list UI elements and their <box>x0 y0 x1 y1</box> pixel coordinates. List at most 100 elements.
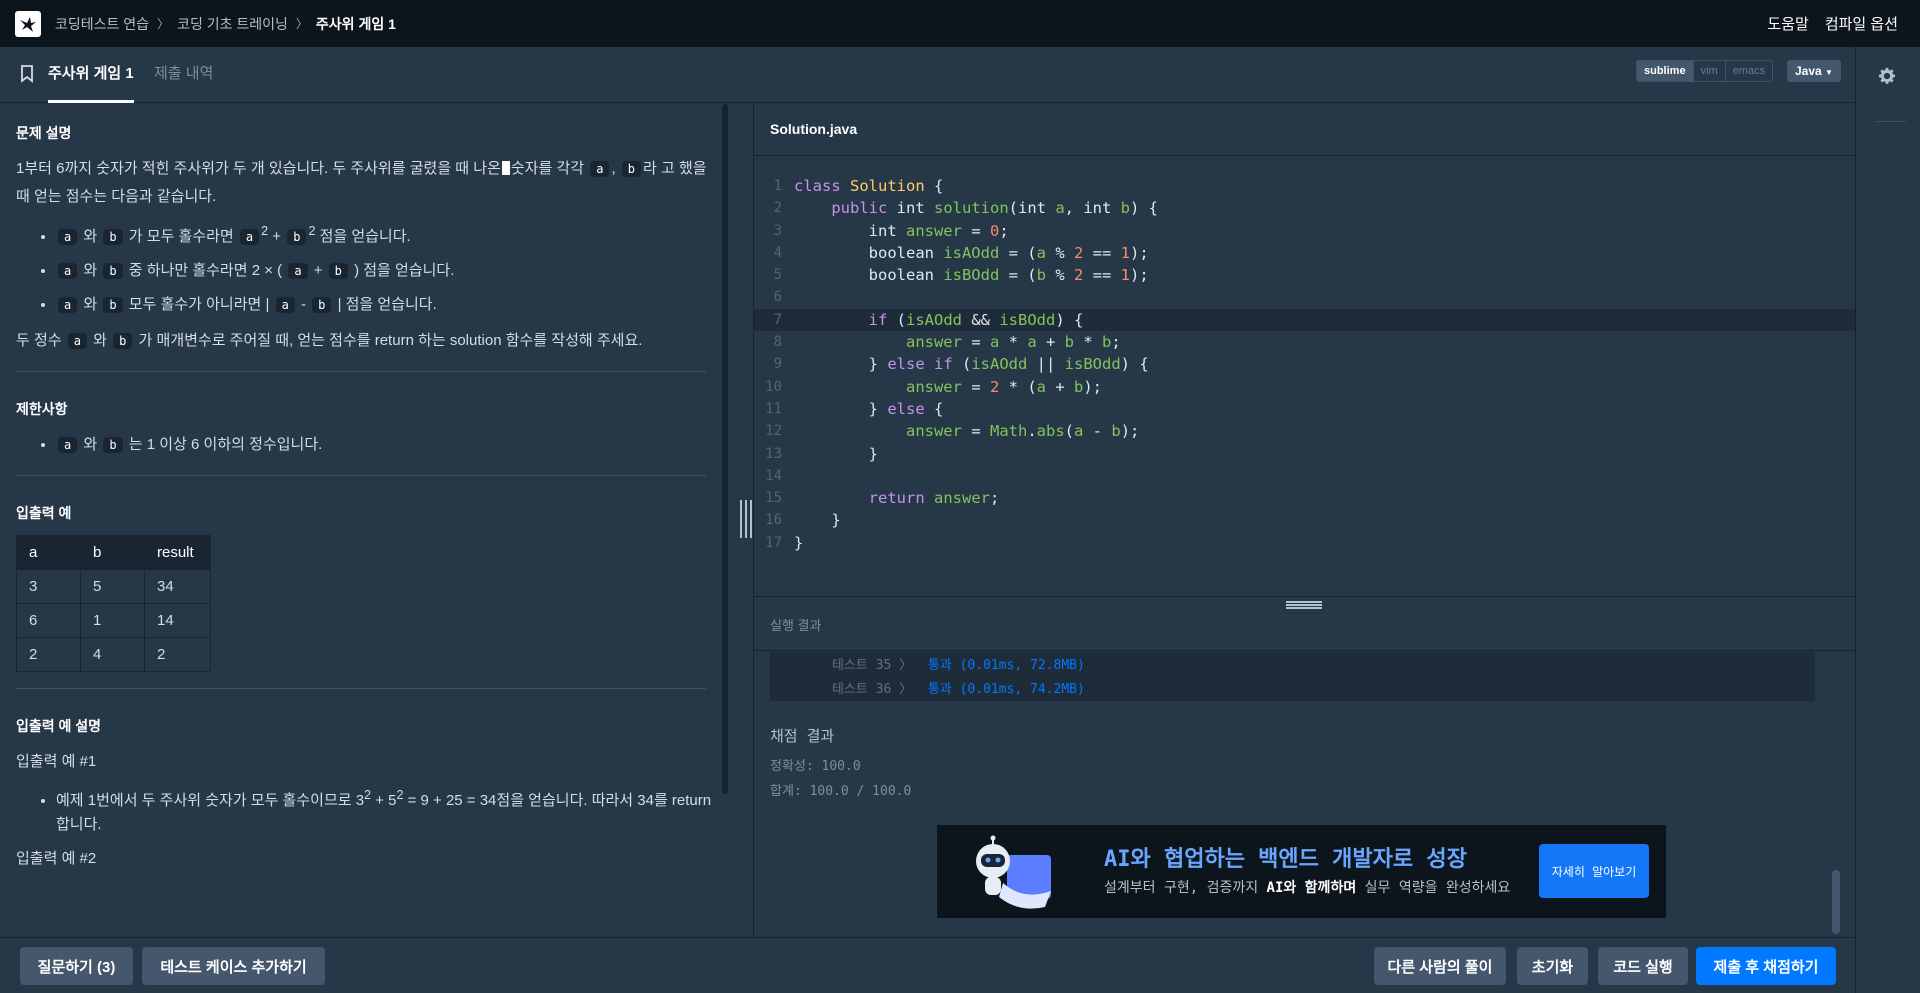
table-cell: 14 <box>144 603 211 638</box>
tab-bar: 주사위 게임 1 제출 내역 sublime vim emacs Java ▼ <box>0 47 1855 103</box>
text: + 5 <box>371 792 397 809</box>
help-link[interactable]: 도움말 <box>1767 13 1808 34</box>
code-var-b: b <box>103 229 123 245</box>
breadcrumb-item[interactable]: 코딩테스트 연습 <box>55 14 149 34</box>
table-cell: 4 <box>80 637 145 672</box>
line-number: 3 <box>773 222 782 239</box>
line-number: 4 <box>773 244 782 261</box>
editor-header: Solution.java <box>754 104 1855 156</box>
reset-button[interactable]: 초기화 <box>1517 947 1588 985</box>
text: 가 매개변수로 주어질 때, 얻는 점수를 return 하는 solution… <box>138 332 643 349</box>
run-code-button[interactable]: 코드 실행 <box>1598 947 1688 985</box>
problem-intro: 1부터 6까지 숫자가 적힌 주사위가 두 개 있습니다. 두 주사위를 굴렸을… <box>16 155 719 210</box>
results-panel: 테스트 35 〉 통과 (0.01ms, 72.8MB) 테스트 36 〉 통과… <box>754 652 1855 938</box>
panel-resize-handle[interactable] <box>740 500 752 538</box>
text: 실무 역량을 완성하세요 <box>1356 880 1511 896</box>
section-title: 제한사항 <box>16 401 68 417</box>
line-number: 10 <box>765 378 782 395</box>
compile-options-link[interactable]: 컴파일 옵션 <box>1825 13 1898 34</box>
mode-vim-button[interactable]: vim <box>1692 61 1725 81</box>
code-line: 9 } else if (isAOdd || isBOdd) { <box>754 353 1855 375</box>
test-row: 테스트 35 〉 통과 (0.01ms, 72.8MB) <box>832 654 1085 673</box>
code-line: 1 class Solution { <box>754 175 1855 197</box>
code-var-b: b <box>328 263 348 279</box>
code-line-active: 7 if (isAOdd && isBOdd) { <box>754 308 1855 332</box>
code-line: 4 boolean isAOdd = (a % 2 == 1); <box>754 242 1855 264</box>
bookmark-icon[interactable] <box>20 65 34 88</box>
mode-sublime-button[interactable]: sublime <box>1637 61 1693 81</box>
ad-banner[interactable]: AI와 협업하는 백엔드 개발자로 성장 설계부터 구현, 검증까지 AI와 함… <box>937 825 1666 918</box>
table-cell: 5 <box>80 569 145 604</box>
line-number: 6 <box>773 289 782 306</box>
scrollbar[interactable] <box>722 104 728 794</box>
tab-submissions[interactable]: 제출 내역 <box>154 47 213 103</box>
code-line: 13 } <box>754 443 1855 465</box>
test-row: 테스트 36 〉 통과 (0.01ms, 74.2MB) <box>832 678 1085 697</box>
superscript: 2 <box>308 224 316 238</box>
file-name: Solution.java <box>770 121 858 137</box>
section-title: 입출력 예 <box>16 505 72 521</box>
code-line: 14 <box>754 465 1855 487</box>
test-label: 테스트 36 〉 <box>832 682 913 697</box>
test-label: 테스트 35 〉 <box>832 658 913 673</box>
add-testcase-button[interactable]: 테스트 케이스 추가하기 <box>142 947 325 985</box>
panel-resize-handle[interactable] <box>1286 601 1322 609</box>
line-number: 11 <box>765 400 782 417</box>
robot-illustration-icon <box>967 835 1057 913</box>
line-number: 15 <box>765 490 782 507</box>
text: + <box>313 262 323 279</box>
section-title: 입출력 예 설명 <box>16 718 102 734</box>
text: 와 <box>93 332 107 349</box>
language-label: Java <box>1795 64 1822 78</box>
editor-mode-selector: sublime vim emacs <box>1636 60 1774 82</box>
programmers-logo-icon[interactable] <box>15 10 41 37</box>
text: + <box>272 228 282 245</box>
line-number: 13 <box>765 445 782 462</box>
code-var-a: a <box>67 333 87 349</box>
line-number: 8 <box>773 334 782 351</box>
ask-question-button[interactable]: 질문하기 (3) <box>20 947 133 985</box>
scrollbar[interactable] <box>1832 870 1840 934</box>
learn-more-button[interactable]: 자세히 알아보기 <box>1539 844 1649 898</box>
code-var-b: b <box>103 437 123 453</box>
banner-subtitle: 설계부터 구현, 검증까지 AI와 함께하며 실무 역량을 완성하세요 <box>1104 877 1510 897</box>
code-var-a: a <box>58 437 78 453</box>
cursor-icon <box>501 161 510 175</box>
total-text: 합계: 100.0 / 100.0 <box>770 784 912 799</box>
chevron-right-icon: 〉 <box>157 17 170 31</box>
tab-problem[interactable]: 주사위 게임 1 <box>48 47 134 103</box>
gear-icon[interactable] <box>1878 67 1896 90</box>
superscript: 2 <box>364 788 372 802</box>
code-line: 5 boolean isBOdd = (b % 2 == 1); <box>754 264 1855 286</box>
table-row: 3 5 34 <box>16 569 211 604</box>
line-number: 12 <box>765 423 782 440</box>
table-cell: 1 <box>80 603 145 638</box>
section-title: 문제 설명 <box>16 125 72 141</box>
code-editor[interactable]: 1 class Solution { 2 public int solution(… <box>754 157 1855 595</box>
limits-list: a 와 b 는 1 이상 6 이하의 정수입니다. <box>56 431 719 459</box>
breadcrumb-item[interactable]: 코딩 기초 트레이닝 <box>177 14 288 34</box>
code-line: 11 } else { <box>754 398 1855 420</box>
table-row: 6 1 14 <box>16 603 211 638</box>
code-line: 16 } <box>754 509 1855 531</box>
table-row: 2 4 2 <box>16 637 211 672</box>
line-number: 1 <box>773 178 782 194</box>
results-title: 실행 결과 <box>770 618 822 633</box>
other-solutions-button[interactable]: 다른 사람의 풀이 <box>1374 947 1506 985</box>
text: 와 <box>83 296 98 313</box>
submit-button[interactable]: 제출 후 채점하기 <box>1696 947 1836 985</box>
list-item: a 와 b 가 모두 홀수라면 a2 + b2 점을 얻습니다. <box>56 218 719 251</box>
text: 중 하나만 홀수라면 2 × ( <box>128 262 283 279</box>
text: 점을 얻습니다. <box>319 228 411 245</box>
superscript: 2 <box>261 224 269 238</box>
test-results-box: 테스트 35 〉 통과 (0.01ms, 72.8MB) 테스트 36 〉 통과… <box>770 652 1815 701</box>
table-cell: 3 <box>16 569 81 604</box>
example-list: 예제 1번에서 두 주사위 숫자가 모두 홀수이므로 32 + 52 = 9 +… <box>56 783 719 837</box>
language-select[interactable]: Java ▼ <box>1787 60 1841 82</box>
results-header: 실행 결과 <box>754 596 1855 651</box>
mode-emacs-button[interactable]: emacs <box>1724 61 1773 81</box>
divider <box>16 371 706 372</box>
code-line: 3 int answer = 0; <box>754 220 1855 242</box>
list-item: a 와 b 중 하나만 홀수라면 2 × ( a + b ) 점을 얻습니다. <box>56 257 719 285</box>
divider <box>1876 121 1906 122</box>
